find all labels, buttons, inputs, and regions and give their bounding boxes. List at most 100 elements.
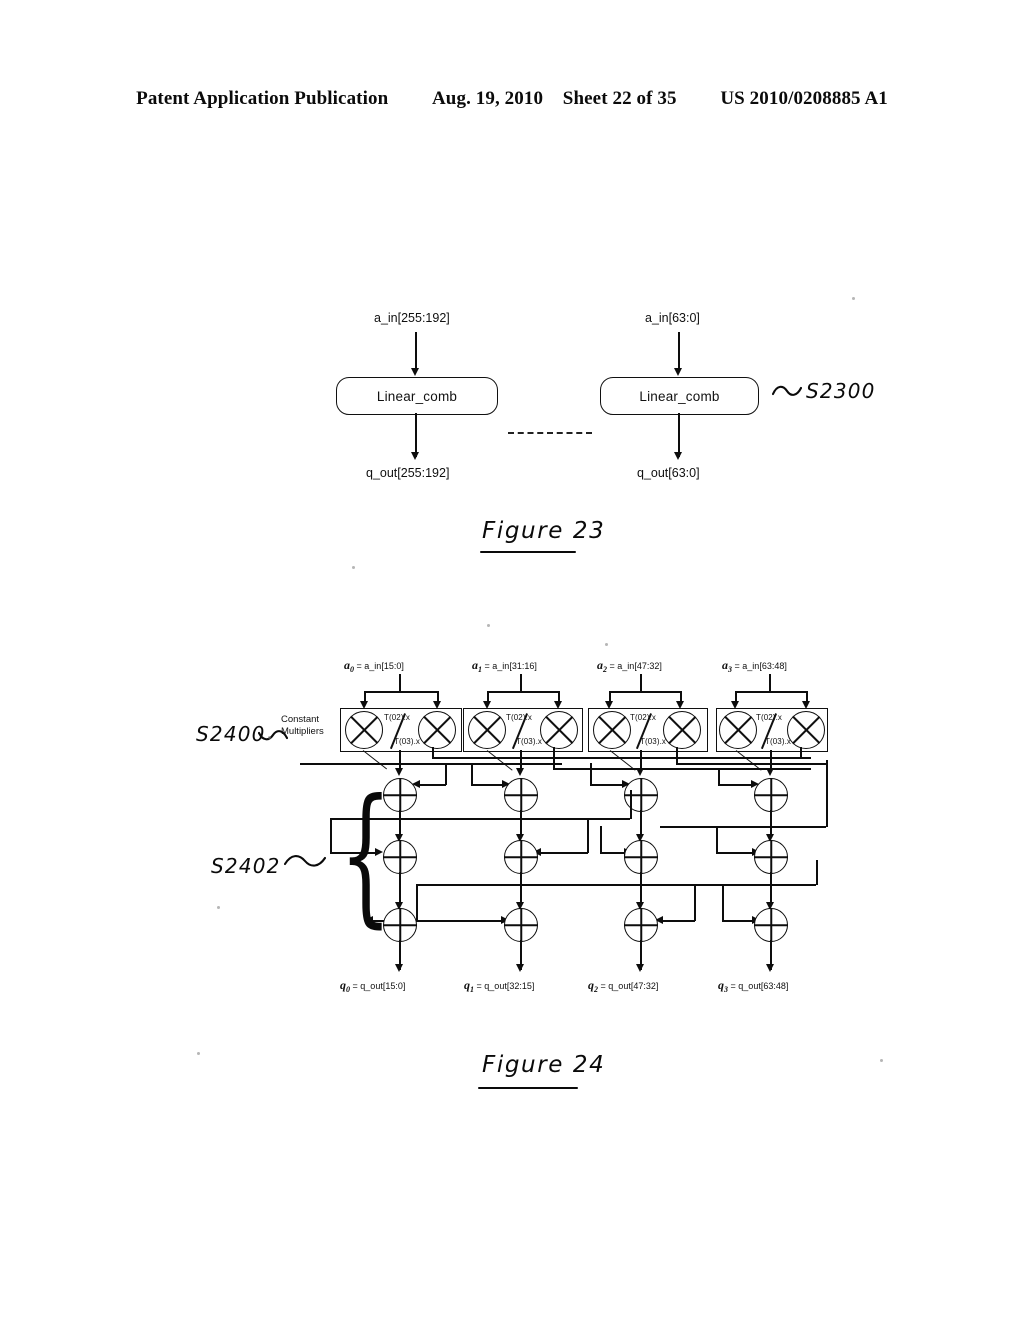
fig24-output-value-2: q_out[47:32] (608, 981, 659, 991)
scan-speck-1 (352, 566, 355, 569)
fig24-output-label-3: q3 = q_out[63:48] (718, 978, 788, 994)
fig24-wire-r2-c4-h (716, 852, 754, 854)
fig24-bus-a1 (432, 757, 562, 759)
fig24-adder-r3-c4 (754, 908, 788, 942)
fig24-wire-r3-c3-v (694, 884, 696, 921)
fig24-output-value-3: q_out[63:48] (738, 981, 789, 991)
scan-speck-8 (217, 906, 220, 909)
fig24-output-label-1: q1 = q_out[32:15] (464, 978, 534, 994)
fig24-multiplier-lower-label-1: T(03).x (516, 737, 543, 746)
scan-speck-4 (197, 1052, 200, 1055)
fig23-linear-comb-label-right: Linear_comb (639, 388, 720, 404)
fig24-input-drop-1 (520, 674, 522, 692)
fig24-output-label-0: q0 = q_out[15:0] (340, 978, 405, 994)
fig24-output-arrow-3 (766, 964, 774, 972)
fig24-wire-r1-c1-in (445, 763, 447, 785)
fig24-constant-multipliers-line1: Constant (281, 714, 320, 725)
fig24-multiplier-upper-label-0: T(02).x (384, 713, 411, 722)
fig24-input-value-2: a_in[47:32] (617, 661, 662, 671)
fig24-output-arrow-2 (636, 964, 644, 972)
fig24-reference-multipliers-label: S2400 (196, 722, 266, 746)
fig24-input-drop-3 (769, 674, 771, 692)
fig24-bus-a5 (676, 757, 811, 759)
fig24-wire-c3-r2r3 (640, 872, 642, 906)
fig23-output-label-right: q_out[63:0] (637, 466, 700, 480)
fig24-output-equals-1: = (476, 981, 482, 991)
fig24-output-equals-0: = (352, 981, 358, 991)
fig23-reference-label: S2300 (806, 379, 876, 403)
fig24-adder-r3-c2 (504, 908, 538, 942)
header-publication: Patent Application Publication (136, 88, 389, 109)
fig24-input-subscript-1: 1 (478, 664, 482, 674)
fig24-output-arrow-1 (516, 964, 524, 972)
fig24-multiplier-lower-label-2: T(03).x (640, 737, 667, 746)
fig24-input-value-1: a_in[31:16] (492, 661, 537, 671)
fig24-output-label-2: q2 = q_out[47:32] (588, 978, 658, 994)
fig23-caption: Figure 23 (482, 518, 606, 544)
fig24-input-subscript-3: 3 (728, 664, 732, 674)
fig24-bus-a2 (300, 763, 562, 765)
fig24-wire-r1-c2-h (471, 784, 503, 786)
fig24-drop-arrow-c4-r1 (766, 768, 774, 776)
fig24-wire-r1-c3-h (590, 784, 623, 786)
fig24-multiplier-upper-label-1: T(02).x (506, 713, 533, 722)
fig24-output-subscript-0: 0 (346, 984, 350, 994)
fig24-wire-c1-r2r3 (399, 872, 401, 906)
fig24-output-subscript-2: 2 (594, 984, 598, 994)
fig24-output-arrow-0 (395, 964, 403, 972)
fig24-input-drop-2 (640, 674, 642, 692)
fig23-input-wire-left (415, 332, 417, 372)
header-sheet: Sheet 22 of 35 (562, 88, 677, 109)
fig24-output-subscript-3: 3 (724, 984, 728, 994)
fig23-reference-squiggle (772, 385, 802, 396)
fig24-wire-r3-c4-v (722, 884, 724, 921)
fig24-multiplier-icon-2a (593, 711, 631, 749)
fig24-wire-c4-r2r3 (770, 872, 772, 906)
fig24-bus-b2-riser (826, 760, 828, 827)
fig24-input-subscript-0: 0 (350, 664, 354, 674)
fig24-wire-r2-c1-v (330, 818, 332, 853)
fig24-adders-group-brace: { (339, 768, 392, 942)
fig24-multiplier-upper-label-3: T(02).x (756, 713, 783, 722)
fig24-wire-r1-c4-h (718, 784, 752, 786)
fig24-input-equals-2: = (609, 661, 615, 671)
fig24-adder-r2-c2 (504, 840, 538, 874)
fig23-linear-comb-block-left[interactable]: Linear_comb (336, 377, 498, 415)
fig23-input-label-right: a_in[63:0] (645, 311, 700, 325)
fig24-output-equals-3: = (730, 981, 736, 991)
fig24-multiplier-lower-label-0: T(03).x (394, 737, 421, 746)
fig24-bus-c1 (416, 884, 816, 886)
fig23-linear-comb-block-right[interactable]: Linear_comb (600, 377, 759, 415)
fig24-wire-r1-c4-in (718, 768, 720, 785)
fig24-multiplier-icon-0b (418, 711, 456, 749)
fig24-bus-c1-riser (816, 860, 818, 885)
fig24-output-equals-2: = (600, 981, 606, 991)
fig24-input-label-2: a2 = a_in[47:32] (597, 658, 662, 674)
scan-speck-3 (605, 643, 608, 646)
fig24-bus-drop-a2 (553, 747, 555, 769)
fig24-reference-multipliers-squiggle (258, 730, 288, 741)
fig23-output-arrow-right (674, 452, 682, 460)
fig24-wire-r1-c1-h (418, 784, 446, 786)
fig23-output-arrow-left (411, 452, 419, 460)
fig24-adder-r1-c4 (754, 778, 788, 812)
fig23-input-label-left: a_in[255:192] (374, 311, 450, 325)
fig24-bus-b1-riser (630, 790, 632, 819)
page-header: Patent Application Publication Aug. 19, … (0, 88, 1024, 110)
fig23-input-wire-right (678, 332, 680, 372)
fig24-wire-r3-c4-h (722, 920, 754, 922)
fig24-leader-0 (362, 750, 388, 770)
fig24-wire-c2-r2r3 (520, 872, 522, 906)
fig24-drop-arrow-c3-r1 (636, 768, 644, 776)
fig24-adder-r2-c4 (754, 840, 788, 874)
fig24-wire-r2-c2-v (587, 818, 589, 853)
fig23-output-wire-right (678, 413, 680, 457)
fig24-input-equals-0: = (356, 661, 362, 671)
fig23-linear-comb-label-left: Linear_comb (376, 388, 458, 404)
fig24-output-value-1: q_out[32:15] (484, 981, 535, 991)
fig24-input-value-3: a_in[63:48] (742, 661, 787, 671)
fig24-input-fanout-2 (609, 691, 681, 693)
fig24-adder-r2-c3 (624, 840, 658, 874)
fig24-multiplier-icon-3a (719, 711, 757, 749)
fig24-output-subscript-1: 1 (470, 984, 474, 994)
